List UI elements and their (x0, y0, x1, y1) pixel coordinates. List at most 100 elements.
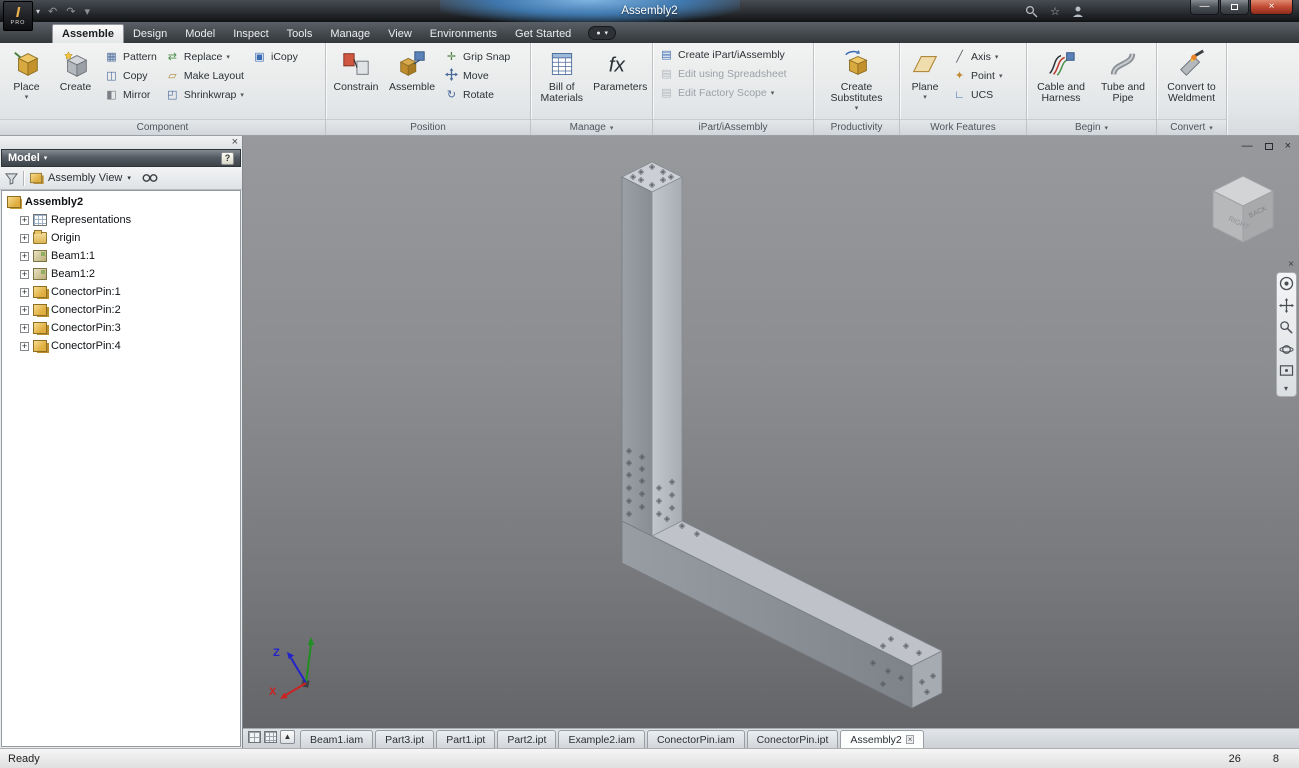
cable-and-harness-button[interactable]: Cable and Harness (1030, 45, 1092, 119)
convert-group-label[interactable]: Convert ▾ (1157, 119, 1226, 135)
doc-tab-part3-ipt[interactable]: Part3.ipt (375, 730, 434, 748)
doc-restore-icon[interactable] (1265, 143, 1273, 150)
thumbnail-view-icon[interactable] (264, 731, 277, 743)
expand-icon[interactable]: + (20, 252, 29, 261)
tab-get-started[interactable]: Get Started (506, 24, 580, 43)
close-button[interactable]: × (1250, 0, 1293, 15)
edit-using-spreadsheet-button[interactable]: ▤ Edit using Spreadsheet (656, 65, 810, 83)
expand-icon[interactable]: + (20, 216, 29, 225)
assemble-button[interactable]: Assemble (385, 45, 439, 119)
browser-header[interactable]: Model ▾ ? (1, 149, 241, 167)
doc-minimize-icon[interactable]: — (1242, 140, 1253, 152)
axis-button[interactable]: ╱ Axis ▾ (949, 48, 1005, 66)
doc-tab-part1-ipt[interactable]: Part1.ipt (436, 730, 495, 748)
expand-icon[interactable]: + (20, 270, 29, 279)
create-button[interactable]: Create (52, 45, 99, 119)
expand-tabs-icon[interactable]: ▲ (280, 730, 295, 744)
make-layout-button[interactable]: ▱ Make Layout (162, 67, 247, 85)
parameters-button[interactable]: fx Parameters (592, 45, 649, 119)
expand-icon[interactable]: + (20, 324, 29, 333)
icopy-button[interactable]: ▣ iCopy (249, 48, 301, 66)
tab-assemble[interactable]: Assemble (52, 24, 124, 43)
app-menu-caret-icon[interactable]: ▾ (36, 7, 40, 16)
tab-model[interactable]: Model (176, 24, 224, 43)
tree-item-beam1-1[interactable]: + Beam1:1 (2, 247, 240, 265)
ribbon-display-options-button[interactable]: ● ▾ (588, 26, 616, 40)
point-button[interactable]: ✦ Point ▾ (949, 67, 1005, 85)
tree-item-conectorpin-3[interactable]: + ConectorPin:3 (2, 319, 240, 337)
assembly-3d-model[interactable] (243, 136, 1299, 728)
doc-tab-example2-iam[interactable]: Example2.iam (558, 730, 645, 748)
tab-manage[interactable]: Manage (321, 24, 379, 43)
tree-item-conectorpin-4[interactable]: + ConectorPin:4 (2, 337, 240, 355)
minimize-button[interactable]: — (1190, 0, 1219, 15)
doc-tab-assembly2[interactable]: Assembly2 × (840, 730, 924, 748)
grip-snap-button[interactable]: ✛ Grip Snap (441, 48, 513, 66)
expand-icon[interactable]: + (20, 234, 29, 243)
shrinkwrap-button[interactable]: ◰ Shrinkwrap ▾ (162, 86, 247, 104)
expand-icon[interactable]: + (20, 288, 29, 297)
tree-item-conectorpin-1[interactable]: + ConectorPin:1 (2, 283, 240, 301)
look-at-icon[interactable] (1279, 364, 1294, 377)
tab-inspect[interactable]: Inspect (224, 24, 277, 43)
constrain-button[interactable]: Constrain (329, 45, 383, 119)
pattern-button[interactable]: ▦ Pattern (101, 48, 160, 66)
tab-environments[interactable]: Environments (421, 24, 506, 43)
begin-group-label[interactable]: Begin ▾ (1027, 119, 1156, 135)
search-icon[interactable] (1025, 5, 1038, 18)
pan-icon[interactable] (1279, 298, 1294, 313)
tree-item-representations[interactable]: + Representations (2, 211, 240, 229)
doc-tab-close-icon[interactable]: × (906, 735, 915, 744)
component-group-label[interactable]: Component (0, 119, 325, 135)
assembly-view-caret-icon[interactable]: ▾ (127, 174, 131, 182)
viewcube[interactable]: RIGHT BACK (1203, 170, 1283, 254)
edit-factory-scope-button[interactable]: ▤ Edit Factory Scope ▾ (656, 84, 810, 102)
create-ipart-button[interactable]: ▤ Create iPart/iAssembly (656, 46, 810, 64)
maximize-button[interactable] (1220, 0, 1249, 15)
convert-to-weldment-button[interactable]: Convert to Weldment (1160, 45, 1223, 119)
expand-icon[interactable]: + (20, 342, 29, 351)
navbar-close-icon[interactable]: × (1288, 260, 1294, 270)
doc-tab-conectorpin-ipt[interactable]: ConectorPin.ipt (747, 730, 839, 748)
place-button[interactable]: Place ▾ (3, 45, 50, 119)
viewport-3d[interactable]: — × RIGHT BACK × (243, 136, 1299, 728)
tab-design[interactable]: Design (124, 24, 176, 43)
app-menu-button[interactable]: I PRO (3, 1, 33, 31)
orbit-icon[interactable] (1279, 342, 1294, 357)
doc-close-icon[interactable]: × (1285, 140, 1291, 152)
browser-pane-toggle-icon[interactable] (248, 731, 261, 743)
ipart-group-label[interactable]: iPart/iAssembly (653, 119, 813, 135)
tab-view[interactable]: View (379, 24, 421, 43)
doc-tab-beam1-iam[interactable]: Beam1.iam (300, 730, 373, 748)
browser-close-icon[interactable]: × (232, 137, 238, 148)
expand-icon[interactable]: + (20, 306, 29, 315)
tab-tools[interactable]: Tools (278, 24, 322, 43)
tree-item-beam1-2[interactable]: + Beam1:2 (2, 265, 240, 283)
manage-group-label[interactable]: Manage ▾ (531, 119, 652, 135)
assembly-view-selector[interactable]: Assembly View (48, 172, 122, 184)
navigation-wheel-icon[interactable] (1279, 276, 1294, 291)
tree-item-assembly2[interactable]: Assembly2 (2, 193, 240, 211)
find-icon[interactable] (142, 172, 158, 184)
tree-item-origin[interactable]: + Origin (2, 229, 240, 247)
work-features-group-label[interactable]: Work Features (900, 119, 1026, 135)
tree-item-conectorpin-2[interactable]: + ConectorPin:2 (2, 301, 240, 319)
rotate-button[interactable]: ↻ Rotate (441, 86, 513, 104)
navbar-more-icon[interactable]: ▾ (1284, 384, 1288, 393)
user-icon[interactable] (1072, 5, 1084, 18)
replace-button[interactable]: ⇄ Replace ▾ (162, 48, 247, 66)
bill-of-materials-button[interactable]: Bill of Materials (534, 45, 590, 119)
plane-button[interactable]: Plane ▾ (903, 45, 947, 119)
create-substitutes-button[interactable]: Create Substitutes ▾ (819, 45, 895, 119)
tube-and-pipe-button[interactable]: Tube and Pipe (1094, 45, 1152, 119)
browser-help-icon[interactable]: ? (221, 152, 234, 165)
filter-icon[interactable] (5, 172, 18, 185)
doc-tab-part2-ipt[interactable]: Part2.ipt (497, 730, 556, 748)
zoom-icon[interactable] (1279, 320, 1294, 335)
doc-tab-conectorpin-iam[interactable]: ConectorPin.iam (647, 730, 745, 748)
copy-button[interactable]: ◫ Copy (101, 67, 160, 85)
move-button[interactable]: Move (441, 67, 513, 85)
productivity-group-label[interactable]: Productivity (814, 119, 899, 135)
favorites-icon[interactable]: ☆ (1050, 5, 1060, 18)
position-group-label[interactable]: Position (326, 119, 530, 135)
